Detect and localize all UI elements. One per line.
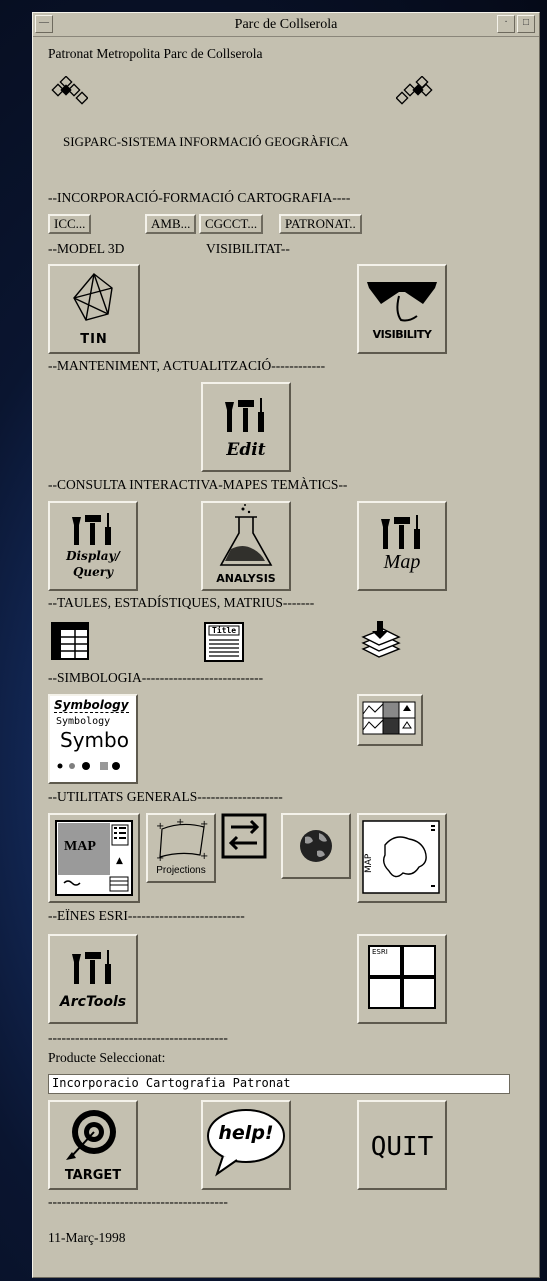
swap-arrows-icon: [221, 813, 267, 859]
symbology-icon: [57, 762, 120, 770]
map-layout-label: MAP: [64, 839, 96, 854]
cgcct-button[interactable]: CGCCT...: [199, 214, 264, 234]
system-title: SIGPARC-SISTEMA INFORMACIÓ GEOGRÀFICA: [63, 134, 349, 149]
display-label: Display/: [66, 549, 120, 563]
globe-icon: [300, 830, 332, 862]
svg-text:+: +: [200, 819, 208, 830]
tin-button[interactable]: TIN: [48, 264, 140, 354]
arctools-button[interactable]: ArcTools: [48, 934, 138, 1024]
visibility-label: VISIBILITY: [372, 328, 432, 341]
globe-button[interactable]: [281, 813, 351, 879]
flask-icon: [219, 504, 273, 566]
section-model3d: --MODEL 3D: [48, 241, 125, 256]
query-label: Query: [72, 565, 114, 579]
visibility-button[interactable]: VISIBILITY: [357, 264, 447, 354]
svg-text:▲: ▲: [116, 856, 123, 866]
target-icon: [66, 1110, 116, 1160]
separator-1: ----------------------------------------: [48, 1030, 228, 1045]
quit-label: QUIT: [370, 1132, 434, 1162]
map-thematic-button[interactable]: Map: [357, 501, 447, 591]
minimize-button[interactable]: ·: [497, 15, 515, 33]
collserola-window: — Parc de Collserola · □ Patronat Metrop…: [32, 12, 540, 1278]
help-label: help!: [218, 1122, 274, 1144]
swap-button[interactable]: [221, 813, 267, 859]
svg-text:+: +: [176, 817, 184, 828]
help-button[interactable]: help!: [201, 1100, 291, 1190]
svg-text:+: +: [200, 851, 208, 862]
separator-2: ----------------------------------------: [48, 1194, 228, 1209]
projections-icon: + + + + +: [156, 817, 208, 864]
esri-button[interactable]: ESRI: [357, 934, 447, 1024]
map-label: Map: [383, 551, 421, 573]
diamond-logo-icon: [396, 76, 433, 105]
symbology-button[interactable]: Symbology Symbology Symbo: [48, 694, 138, 784]
patterns-button[interactable]: [357, 694, 423, 746]
tools-icon: [225, 398, 264, 432]
section-consulta: --CONSULTA INTERACTIVA-MAPES TEMÀTICS--: [48, 477, 348, 492]
visibility-glasses-icon: [367, 282, 437, 322]
map-layout-icon: ▲: [55, 820, 133, 896]
target-button[interactable]: TARGET: [48, 1100, 138, 1190]
target-label: TARGET: [64, 1168, 122, 1183]
arctools-label: ArcTools: [59, 994, 127, 1010]
map-view-button[interactable]: MAP: [357, 813, 447, 903]
tools-icon: [72, 950, 111, 984]
map-layout-button[interactable]: ▲ MAP: [48, 813, 140, 903]
date-label: 11-Març-1998: [48, 1230, 126, 1245]
analysis-button[interactable]: ANALYSIS: [201, 501, 291, 591]
table-icon: [51, 622, 89, 660]
icc-button[interactable]: ICC...: [48, 214, 92, 234]
help-bubble-icon: [207, 1109, 285, 1177]
titlebar[interactable]: — Parc de Collserola · □: [33, 13, 539, 37]
section-incorporacio: --INCORPORACIÓ-FORMACIÓ CARTOGRAFIA----: [48, 190, 351, 205]
layers-button[interactable]: [357, 619, 403, 665]
analysis-label: ANALYSIS: [216, 572, 276, 585]
table-button[interactable]: [48, 619, 94, 665]
projections-button[interactable]: + + + + + Projections: [146, 813, 216, 883]
symbology-label-1: Symbology: [54, 698, 129, 713]
title-label: Title: [212, 626, 237, 635]
product-field[interactable]: Incorporacio Cartografia Patronat: [48, 1074, 510, 1094]
section-taules: --TAULES, ESTADÍSTIQUES, MATRIUS-------: [48, 595, 315, 610]
edit-label: Edit: [226, 440, 266, 460]
main-panel: Patronat Metropolita Parc de Collserola …: [33, 38, 539, 1278]
section-utilitats: --UTILITATS GENERALS-------------------: [48, 789, 283, 804]
svg-text:+: +: [156, 853, 164, 864]
patterns-icon: [362, 701, 416, 735]
section-simbologia: --SIMBOLOGIA---------------------------: [48, 670, 264, 685]
symbology-label-3: Symbo: [60, 728, 129, 752]
tools-icon: [381, 515, 420, 549]
symbology-label-2: Symbology: [56, 716, 111, 727]
projections-label: Projections: [156, 865, 206, 876]
section-visibilitat: VISIBILITAT--: [206, 241, 290, 256]
section-eines: --EÏNES ESRI--------------------------: [48, 908, 245, 923]
quit-button[interactable]: QUIT: [357, 1100, 447, 1190]
layers-icon: [361, 621, 401, 658]
tools-icon: [72, 513, 111, 545]
tin-label: TIN: [80, 332, 108, 347]
product-label: Producte Seleccionat:: [48, 1050, 166, 1065]
maximize-button[interactable]: □: [517, 15, 535, 33]
map-view-icon: MAP: [362, 820, 440, 894]
amb-button[interactable]: AMB...: [145, 214, 197, 234]
display-query-button[interactable]: Display/ Query: [48, 501, 138, 591]
svg-text:+: +: [156, 821, 164, 832]
edit-button[interactable]: Edit: [201, 382, 291, 472]
title-report-button[interactable]: Title: [201, 619, 247, 665]
window-title: Parc de Collserola: [234, 17, 338, 32]
svg-text:MAP: MAP: [364, 853, 374, 873]
diamond-logo-icon: [51, 76, 88, 105]
tin-icon: [73, 273, 113, 321]
esri-label: ESRI: [372, 948, 388, 956]
org-title: Patronat Metropolita Parc de Collserola: [48, 46, 263, 61]
section-manteniment: --MANTENIMENT, ACTUALITZACIÓ------------: [48, 358, 326, 373]
patronat-button[interactable]: PATRONAT..: [279, 214, 362, 234]
